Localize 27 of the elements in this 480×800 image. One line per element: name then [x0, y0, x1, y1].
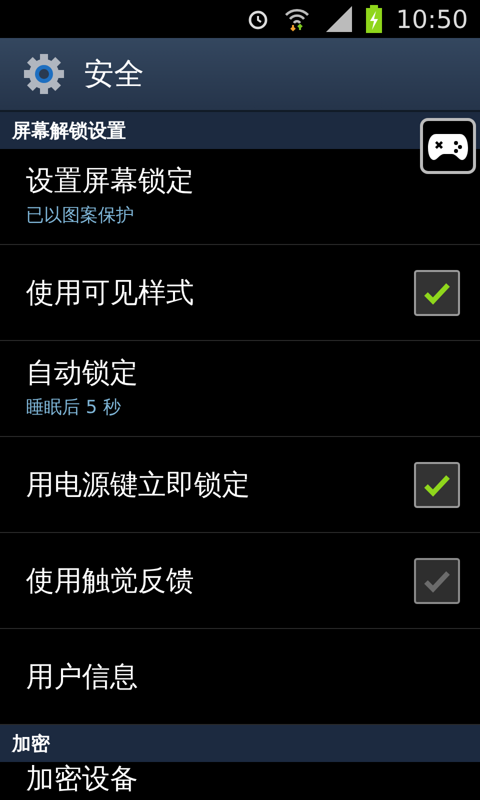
item-summary: 睡眠后 5 秒	[26, 396, 122, 420]
screen-title: 安全	[84, 56, 144, 94]
clock-time: 10:50	[396, 4, 468, 34]
checkmark-icon	[423, 472, 451, 496]
gear-icon	[24, 54, 64, 94]
settings-item[interactable]: 自动锁定 睡眠后 5 秒	[0, 341, 480, 437]
item-title: 使用可见样式	[26, 278, 194, 308]
checkmark-icon	[423, 280, 451, 304]
checkmark-icon	[423, 568, 451, 592]
item-title: 使用触觉反馈	[26, 566, 194, 596]
item-title: 用电源键立即锁定	[26, 470, 250, 500]
settings-item[interactable]: 使用可见样式	[0, 245, 480, 341]
settings-item[interactable]: 用电源键立即锁定	[0, 437, 480, 533]
checkbox[interactable]	[414, 270, 460, 316]
checkbox[interactable]	[414, 462, 460, 508]
wifi-icon	[284, 6, 310, 32]
signal-icon	[324, 6, 352, 32]
item-title: 自动锁定	[26, 358, 138, 388]
section-title: 屏幕解锁设置	[12, 118, 126, 144]
floating-game-button[interactable]	[420, 118, 476, 174]
section-title: 加密	[12, 732, 50, 756]
item-summary: 已以图案保护	[26, 204, 135, 228]
item-title: 加密设备	[26, 764, 138, 794]
settings-item[interactable]: 加密设备	[0, 762, 480, 800]
item-title: 用户信息	[26, 662, 138, 692]
item-title: 设置屏幕锁定	[26, 166, 194, 196]
battery-icon	[366, 5, 382, 33]
